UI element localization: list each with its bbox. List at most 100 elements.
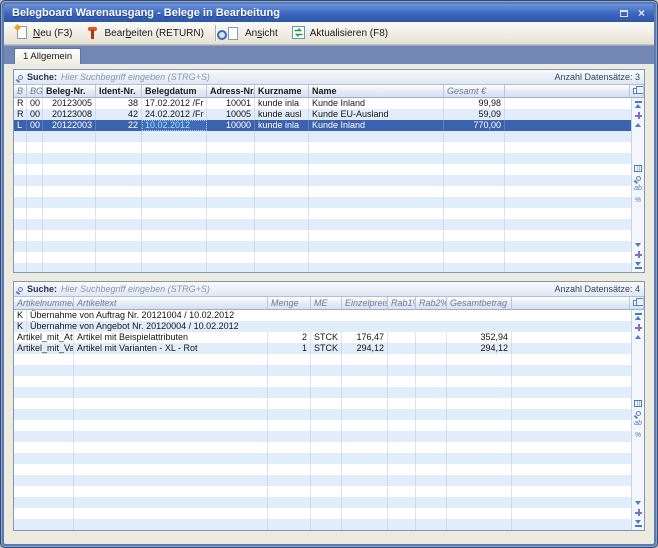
scroll-top-icon[interactable] xyxy=(635,313,642,320)
scroll-up-icon[interactable] xyxy=(635,123,641,127)
table-row[interactable]: Artikel_mit_AttribuArtikel mit Beispiela… xyxy=(14,332,644,343)
column-header-menge[interactable]: Menge xyxy=(268,297,311,310)
cell xyxy=(207,230,255,241)
table-row-empty[interactable] xyxy=(14,453,644,464)
column-chooser-icon[interactable] xyxy=(630,85,644,98)
search-input[interactable]: Hier Suchbegriff eingeben (STRG+S) xyxy=(61,284,550,294)
column-header-name[interactable]: Name xyxy=(309,85,444,98)
insert-row-icon[interactable] xyxy=(635,509,642,516)
sum-icon[interactable]: ab xyxy=(634,420,642,428)
filter-icon[interactable]: % xyxy=(635,432,641,440)
table-row[interactable]: L00201220032210.02.201210000kunde inlaKu… xyxy=(14,120,644,131)
sum-icon[interactable]: ab xyxy=(634,185,642,193)
column-header-beleg-nr[interactable]: Beleg-Nr. xyxy=(43,85,96,98)
table-row-empty[interactable] xyxy=(14,186,644,197)
table-row-empty[interactable] xyxy=(14,486,644,497)
toolbar-button-neu-f3[interactable]: Neu (F3) xyxy=(8,23,79,43)
table-row-empty[interactable] xyxy=(14,131,644,142)
table-row-empty[interactable] xyxy=(14,354,644,365)
table-row[interactable]: R00201230053817.02.2012 /Fr10001kunde in… xyxy=(14,98,644,109)
table-row-empty[interactable] xyxy=(14,409,644,420)
table-row-empty[interactable] xyxy=(14,197,644,208)
column-header-artikeltext[interactable]: Artikeltext xyxy=(74,297,268,310)
column-header-adress-nr[interactable]: Adress-Nr. xyxy=(207,85,255,98)
cell xyxy=(268,398,311,409)
column-header-rab1[interactable]: Rab1% xyxy=(388,297,416,310)
positions-search-bar[interactable]: Suche: Hier Suchbegriff eingeben (STRG+S… xyxy=(14,282,644,297)
table-row-empty[interactable] xyxy=(14,420,644,431)
column-header-kurzname[interactable]: Kurzname xyxy=(255,85,309,98)
scroll-bottom-icon[interactable] xyxy=(635,520,642,527)
table-row-empty[interactable] xyxy=(14,263,644,272)
table-row[interactable]: KÜbernahme von Angebot Nr. 20120004 / 10… xyxy=(14,321,644,332)
column-header-artikelnummer[interactable]: Artikelnummer xyxy=(14,297,74,310)
cell xyxy=(255,208,309,219)
row-marker: K xyxy=(14,310,27,321)
table-row[interactable]: R00201230084224.02.2012 /Fr10005kunde au… xyxy=(14,109,644,120)
table-row-empty[interactable] xyxy=(14,241,644,252)
column-header-gesamtbetrag[interactable]: Gesamtbetrag xyxy=(447,297,512,310)
scroll-bottom-icon[interactable] xyxy=(635,262,642,269)
search-input[interactable]: Hier Suchbegriff eingeben (STRG+S) xyxy=(61,72,550,82)
toolbar-button-bearbeiten-return[interactable]: Bearbeiten (RETURN) xyxy=(79,23,210,43)
close-icon[interactable]: × xyxy=(634,7,649,20)
toolbar-button-ansicht[interactable]: Ansicht xyxy=(220,23,285,43)
table-row-empty[interactable] xyxy=(14,365,644,376)
column-header-belegdatum[interactable]: Belegdatum xyxy=(142,85,207,98)
columns-icon[interactable] xyxy=(634,400,642,407)
column-header-me[interactable]: ME xyxy=(311,297,342,310)
scroll-down-icon[interactable] xyxy=(635,243,641,247)
table-row-empty[interactable] xyxy=(14,142,644,153)
table-row-empty[interactable] xyxy=(14,230,644,241)
table-row-empty[interactable] xyxy=(14,431,644,442)
filter-icon[interactable]: % xyxy=(635,197,641,205)
column-header-filler[interactable] xyxy=(512,297,630,310)
cell xyxy=(255,219,309,230)
insert-row-icon[interactable] xyxy=(635,324,642,331)
cell xyxy=(416,343,447,354)
column-header-gesamt[interactable]: Gesamt € xyxy=(444,85,505,98)
toolbar-button-aktualisieren-f8[interactable]: Aktualisieren (F8) xyxy=(285,23,395,43)
tab-allgemein[interactable]: 1 Allgemein xyxy=(14,48,81,64)
documents-search-bar[interactable]: Suche: Hier Suchbegriff eingeben (STRG+S… xyxy=(14,70,644,85)
table-row-empty[interactable] xyxy=(14,175,644,186)
table-row[interactable]: Artikel_mit_VariantArtikel mit Varianten… xyxy=(14,343,644,354)
table-row-empty[interactable] xyxy=(14,208,644,219)
scroll-up-icon[interactable] xyxy=(635,335,641,339)
table-row-empty[interactable] xyxy=(14,376,644,387)
column-header-filler[interactable] xyxy=(505,85,630,98)
insert-row-icon[interactable] xyxy=(635,251,642,258)
table-row-empty[interactable] xyxy=(14,475,644,486)
zoom-icon[interactable] xyxy=(636,176,641,181)
column-header-b[interactable]: B xyxy=(14,85,27,98)
insert-row-icon[interactable] xyxy=(635,112,642,119)
table-row-empty[interactable] xyxy=(14,398,644,409)
zoom-icon[interactable] xyxy=(636,411,641,416)
column-chooser-icon[interactable] xyxy=(630,297,644,310)
scroll-down-icon[interactable] xyxy=(635,501,641,505)
table-row-empty[interactable] xyxy=(14,519,644,530)
cell: 352,94 xyxy=(447,332,512,343)
table-row-empty[interactable] xyxy=(14,387,644,398)
table-row-empty[interactable] xyxy=(14,219,644,230)
cell xyxy=(447,431,512,442)
table-row-empty[interactable] xyxy=(14,164,644,175)
column-header-rab2[interactable]: Rab2% xyxy=(416,297,447,310)
table-row-empty[interactable] xyxy=(14,153,644,164)
titlebar[interactable]: Belegboard Warenausgang - Belege in Bear… xyxy=(4,4,654,22)
cell xyxy=(447,453,512,464)
cell xyxy=(268,486,311,497)
cell xyxy=(512,453,644,464)
table-row-empty[interactable] xyxy=(14,442,644,453)
table-row-empty[interactable] xyxy=(14,508,644,519)
columns-icon[interactable] xyxy=(634,165,642,172)
table-row-empty[interactable] xyxy=(14,464,644,475)
column-header-bg[interactable]: BG xyxy=(27,85,43,98)
table-row[interactable]: KÜbernahme von Auftrag Nr. 20121004 / 10… xyxy=(14,310,644,321)
scroll-top-icon[interactable] xyxy=(635,101,642,108)
table-row-empty[interactable] xyxy=(14,252,644,263)
table-row-empty[interactable] xyxy=(14,497,644,508)
column-header-ident-nr[interactable]: Ident-Nr. xyxy=(96,85,142,98)
restore-window-icon[interactable] xyxy=(616,7,631,20)
column-header-einzelpreis[interactable]: Einzelpreis xyxy=(342,297,388,310)
